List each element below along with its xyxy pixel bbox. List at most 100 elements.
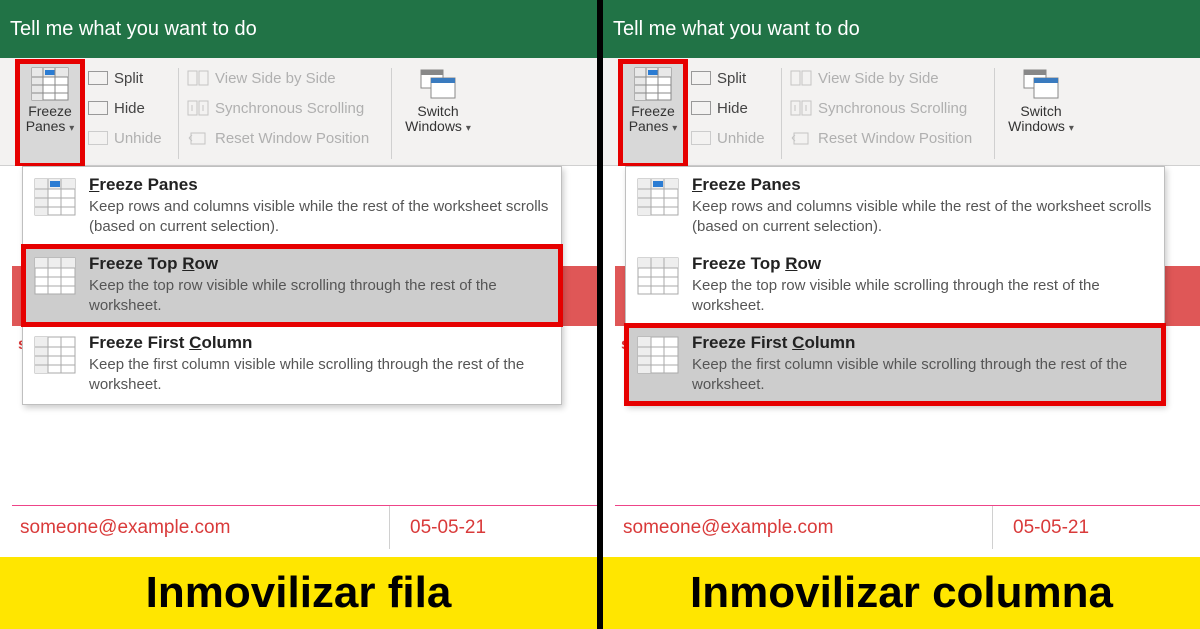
ribbon-divider-2	[391, 68, 392, 159]
freeze-panes-item-icon	[636, 177, 680, 217]
hide-icon	[691, 101, 711, 115]
ribbon-divider	[781, 68, 782, 159]
view-side-by-side-icon	[187, 70, 209, 86]
chevron-down-icon: ▾	[466, 123, 471, 134]
switch-windows-icon	[1020, 66, 1062, 102]
dropdown-freeze-first-column[interactable]: Freeze First Column Keep the first colum…	[23, 325, 561, 404]
window-options-group: Split Hide Unhide	[685, 62, 775, 165]
synchronous-scrolling-button: Synchronous Scrolling	[790, 96, 988, 120]
caption-right: Inmovilizar columna	[603, 557, 1200, 629]
chevron-down-icon: ▾	[672, 123, 677, 134]
dd-col-title: Freeze First Column	[89, 333, 551, 353]
freeze-panes-dropdown: Freeze Panes Keep rows and columns visib…	[625, 166, 1165, 405]
freeze-panes-icon	[30, 66, 70, 102]
dd-col-desc: Keep the first column visible while scro…	[89, 355, 551, 394]
switch-windows-button[interactable]: SwitchWindows ▾	[1001, 62, 1081, 165]
dropdown-freeze-panes[interactable]: Freeze Panes Keep rows and columns visib…	[23, 167, 561, 246]
window-options-group: Split Hide Unhide	[82, 62, 172, 165]
hide-button[interactable]: Hide	[88, 96, 172, 120]
dropdown-freeze-top-row[interactable]: Freeze Top Row Keep the top row visible …	[23, 246, 561, 325]
reset-window-icon	[187, 130, 209, 146]
unhide-button: Unhide	[88, 126, 172, 150]
split-button[interactable]: Split	[691, 66, 775, 90]
tell-me-bar[interactable]: Tell me what you want to do	[0, 0, 597, 58]
hide-label: Hide	[717, 100, 748, 117]
ribbon: ge n ▾ FreezePanes ▾ Split	[0, 58, 597, 166]
view-sbs-label: View Side by Side	[215, 70, 336, 87]
view-side-by-side-button: View Side by Side	[187, 66, 385, 90]
dropdown-freeze-panes[interactable]: Freeze Panes Keep rows and columns visib…	[626, 167, 1164, 246]
split-label: Split	[114, 70, 143, 87]
dropdown-freeze-first-column[interactable]: Freeze First Column Keep the first colum…	[626, 325, 1164, 404]
ribbon-cut-top: ge	[605, 68, 619, 83]
split-icon	[691, 71, 711, 85]
chevron-down-icon: ▾	[1069, 123, 1074, 134]
synchronous-scrolling-button: Synchronous Scrolling	[187, 96, 385, 120]
freeze-panes-dropdown: Freeze Panes Keep rows and columns visib…	[22, 166, 562, 405]
worksheet-row: someone@example.com 05-05-21	[12, 505, 597, 549]
ribbon-cut-top: ge	[2, 68, 16, 83]
freeze-panes-button[interactable]: FreezePanes ▾	[18, 62, 82, 165]
caption-right-text: Inmovilizar columna	[690, 568, 1113, 618]
dd-top-title: Freeze Top Row	[692, 254, 1154, 274]
unhide-label: Unhide	[717, 130, 765, 147]
ribbon-cut-bottom: n ▾	[605, 116, 619, 147]
sync-scroll-label: Synchronous Scrolling	[215, 100, 364, 117]
split-icon	[88, 71, 108, 85]
view-side-by-side-button: View Side by Side	[790, 66, 988, 90]
dd-top-desc: Keep the top row visible while scrolling…	[692, 276, 1154, 315]
freeze-panes-button[interactable]: FreezePanes ▾	[621, 62, 685, 165]
worksheet-row: someone@example.com 05-05-21	[615, 505, 1200, 549]
unhide-button: Unhide	[691, 126, 775, 150]
reset-window-position-button: Reset Window Position	[187, 126, 385, 150]
tell-me-text: Tell me what you want to do	[10, 18, 257, 41]
chevron-down-icon: ▾	[69, 123, 74, 134]
unhide-icon	[691, 131, 711, 145]
cell-email[interactable]: someone@example.com	[615, 506, 993, 549]
tell-me-bar[interactable]: Tell me what you want to do	[603, 0, 1200, 58]
switch-windows-button[interactable]: SwitchWindows ▾	[398, 62, 478, 165]
switch-label-2: Windows	[405, 118, 462, 134]
dd-top-title: Freeze Top Row	[89, 254, 551, 274]
cell-date[interactable]: 05-05-21	[993, 506, 1200, 549]
cell-date[interactable]: 05-05-21	[390, 506, 597, 549]
switch-label-1: Switch	[417, 103, 458, 119]
freeze-label-1: Freeze	[28, 103, 72, 119]
reset-window-icon	[790, 130, 812, 146]
unhide-label: Unhide	[114, 130, 162, 147]
caption-left-text: Inmovilizar fila	[146, 568, 452, 618]
dd-panes-title: Freeze Panes	[692, 175, 1154, 195]
ribbon-divider-2	[994, 68, 995, 159]
split-label: Split	[717, 70, 746, 87]
freeze-label-2: Panes	[26, 118, 66, 134]
dd-col-desc: Keep the first column visible while scro…	[692, 355, 1154, 394]
freeze-first-column-item-icon	[33, 335, 77, 375]
freeze-top-row-item-icon	[636, 256, 680, 296]
dd-panes-desc: Keep rows and columns visible while the …	[89, 197, 551, 236]
view-side-by-side-icon	[790, 70, 812, 86]
freeze-panes-icon	[633, 66, 673, 102]
freeze-label-2: Panes	[629, 118, 669, 134]
freeze-top-row-item-icon	[33, 256, 77, 296]
sync-scroll-label: Synchronous Scrolling	[818, 100, 967, 117]
dd-panes-title: Freeze Panes	[89, 175, 551, 195]
unhide-icon	[88, 131, 108, 145]
cell-email[interactable]: someone@example.com	[12, 506, 390, 549]
sync-scroll-icon	[187, 100, 209, 116]
reset-window-position-button: Reset Window Position	[790, 126, 988, 150]
side-by-side-group: View Side by Side Synchronous Scrolling …	[185, 62, 385, 165]
hide-icon	[88, 101, 108, 115]
switch-label-1: Switch	[1020, 103, 1061, 119]
dropdown-freeze-top-row[interactable]: Freeze Top Row Keep the top row visible …	[626, 246, 1164, 325]
freeze-label-1: Freeze	[631, 103, 675, 119]
panel-freeze-row: Tell me what you want to do ge n ▾	[0, 0, 597, 629]
hide-label: Hide	[114, 100, 145, 117]
switch-label-2: Windows	[1008, 118, 1065, 134]
sync-scroll-icon	[790, 100, 812, 116]
ribbon-cut-left: ge n ▾	[603, 62, 621, 165]
side-by-side-group: View Side by Side Synchronous Scrolling …	[788, 62, 988, 165]
dd-panes-desc: Keep rows and columns visible while the …	[692, 197, 1154, 236]
hide-button[interactable]: Hide	[691, 96, 775, 120]
split-button[interactable]: Split	[88, 66, 172, 90]
caption-left: Inmovilizar fila	[0, 557, 597, 629]
